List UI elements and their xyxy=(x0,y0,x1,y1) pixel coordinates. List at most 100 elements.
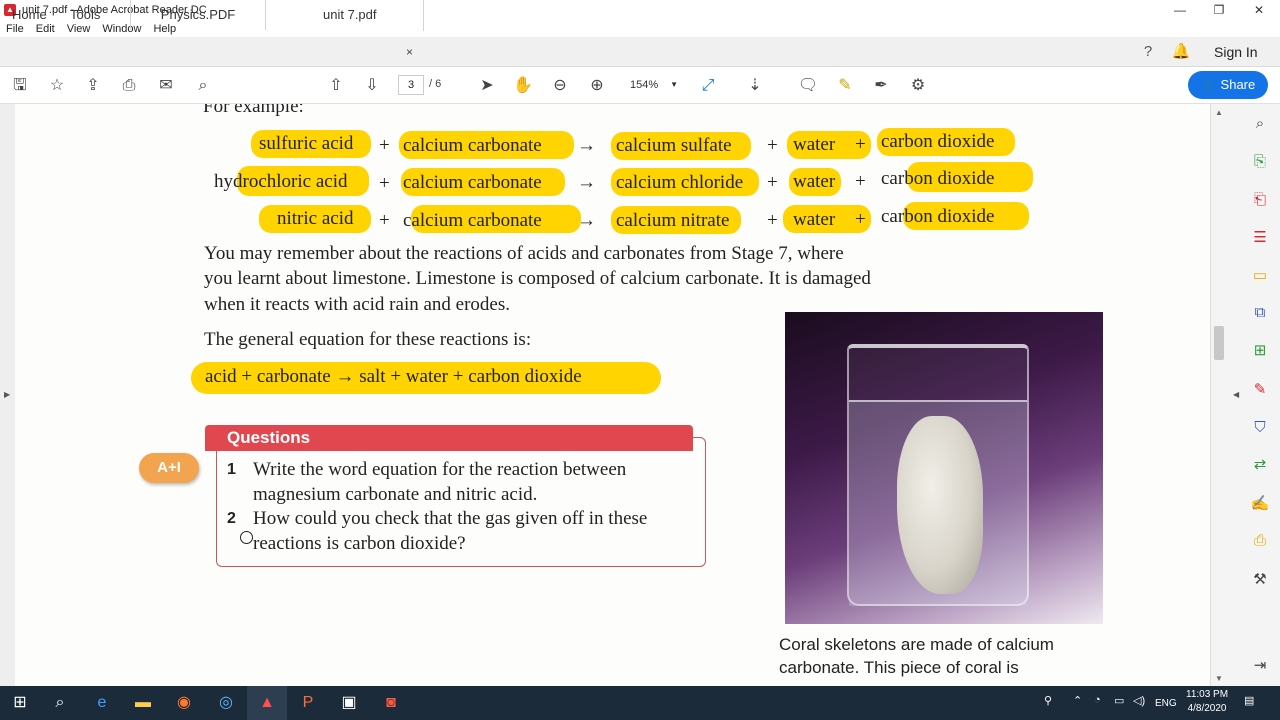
upload-icon[interactable]: ⇪ xyxy=(82,75,104,97)
cursor-circle-icon xyxy=(240,531,253,544)
help-icon[interactable]: ? xyxy=(1138,42,1158,62)
save-icon[interactable]: 🖫 xyxy=(9,75,31,97)
print-icon[interactable]: ⎙ xyxy=(118,75,140,97)
tab-home[interactable]: Home xyxy=(12,0,47,30)
protect-shield-icon[interactable]: ⛉ xyxy=(1250,418,1270,438)
eq3-salt: calcium nitrate xyxy=(616,210,730,231)
sign-in-link[interactable]: Sign In xyxy=(1214,44,1258,60)
sign-pen-icon[interactable]: ✒ xyxy=(870,75,892,97)
plus-symbol: + xyxy=(379,210,390,231)
fit-page-icon[interactable]: ⤢ xyxy=(697,75,719,97)
zoom-in-icon[interactable]: ⊕ xyxy=(586,75,608,97)
file-explorer-icon[interactable]: ▬ xyxy=(123,686,163,720)
firefox-icon[interactable]: ◉ xyxy=(164,686,204,720)
prev-page-icon[interactable]: ⇧ xyxy=(325,75,347,97)
pdf-page: For example: sulfuric acid + calcium car… xyxy=(15,104,1210,686)
highlight-icon[interactable]: ✎ xyxy=(834,75,856,97)
battery-icon[interactable]: ▭ xyxy=(1114,694,1124,707)
bell-icon[interactable]: 🔔 xyxy=(1171,42,1191,62)
vertical-scrollbar[interactable]: ▲ ▼ xyxy=(1211,104,1229,686)
document-viewport[interactable]: ▶ For example: sulfuric acid + calcium c… xyxy=(0,104,1210,686)
scroll-mode-icon[interactable]: ⇣ xyxy=(744,75,766,97)
notifications-icon[interactable]: ▤ xyxy=(1244,694,1254,707)
scroll-up-icon[interactable]: ▲ xyxy=(1215,108,1223,117)
people-icon[interactable]: ⚲ xyxy=(1044,694,1052,707)
search-icon[interactable]: ⌕ xyxy=(192,75,214,97)
eq2-gas: carbon dioxide xyxy=(881,168,995,189)
request-signatures-icon[interactable]: ⎙ xyxy=(1250,531,1270,551)
powerpoint-icon[interactable]: P xyxy=(288,686,328,720)
taskbar-clock[interactable]: 11:03 PM 4/8/2020 xyxy=(1186,688,1228,716)
edit-pdf-icon[interactable]: ✎ xyxy=(1250,380,1270,400)
more-tools-wrench-icon[interactable]: ⚒ xyxy=(1250,570,1270,590)
windows-start-icon[interactable]: ⊞ xyxy=(0,686,40,720)
close-window-button[interactable]: ✕ xyxy=(1239,0,1279,20)
paragraph-line-3: when it reacts with acid rain and erodes… xyxy=(204,294,510,315)
bookmark-star-icon[interactable]: ☆ xyxy=(46,75,68,97)
questions-heading: Questions xyxy=(205,425,693,451)
create-pdf-icon[interactable]: ⎗ xyxy=(1250,190,1270,210)
tab-physics-pdf[interactable]: Physics.PDF xyxy=(130,0,266,30)
restore-button[interactable]: ❐ xyxy=(1199,0,1239,20)
compress-pdf-icon[interactable]: ⊞ xyxy=(1250,341,1270,361)
clock-time: 11:03 PM xyxy=(1186,689,1229,700)
photos-app-icon[interactable]: ▣ xyxy=(329,686,369,720)
chrome-app-icon[interactable]: ◎ xyxy=(206,686,246,720)
arrow-symbol: → xyxy=(577,135,596,156)
page-total: / 6 xyxy=(429,78,442,90)
taskbar-search-icon[interactable]: ⌕ xyxy=(40,686,80,720)
minimize-button[interactable]: — xyxy=(1160,0,1200,20)
email-icon[interactable]: ✉ xyxy=(155,75,177,97)
share-button[interactable]: 👤 Share xyxy=(1188,71,1268,99)
export-pdf-icon[interactable]: ⎘ xyxy=(1250,152,1270,172)
zoom-select[interactable]: 154% ▼ xyxy=(624,75,680,95)
scroll-thumb[interactable] xyxy=(1214,326,1224,360)
more-tools-icon[interactable]: ⚙ xyxy=(907,75,929,97)
zoom-search-icon[interactable]: ⌕ xyxy=(1250,114,1270,134)
collapse-panel-icon[interactable]: ◀ xyxy=(1233,390,1239,399)
language-indicator[interactable]: ENG xyxy=(1155,698,1177,709)
tab-tools[interactable]: Tools xyxy=(70,0,100,30)
coral-beaker-photo xyxy=(785,312,1103,624)
send-review-icon[interactable]: ⇄ xyxy=(1250,455,1270,475)
collapse-right-panel-icon[interactable]: ⇥ xyxy=(1250,656,1270,676)
coral-shape xyxy=(897,416,983,594)
scroll-down-icon[interactable]: ▼ xyxy=(1215,674,1223,683)
question-1-line-2: magnesium carbonate and nitric acid. xyxy=(253,484,538,505)
hand-tool-icon[interactable]: ✋ xyxy=(512,75,534,97)
ai-badge: A+I xyxy=(139,453,199,483)
question-2-number: 2 xyxy=(227,510,236,527)
eq2-carbonate: calcium carbonate xyxy=(403,172,542,193)
eq1-acid: sulfuric acid xyxy=(259,133,354,154)
network-icon[interactable]: ◔ xyxy=(1094,694,1101,706)
expand-left-panel-icon[interactable]: ▶ xyxy=(4,390,10,399)
close-tab-icon[interactable]: × xyxy=(406,37,413,67)
tray-chevron-icon[interactable]: ⌃ xyxy=(1073,694,1082,707)
paragraph-line-2: you learnt about limestone. Limestone is… xyxy=(204,268,871,289)
comment-tool-icon[interactable]: ▭ xyxy=(1250,266,1270,286)
arrow-symbol: → xyxy=(577,210,596,231)
acrobat-taskbar-icon[interactable]: ▲ xyxy=(247,686,287,720)
volume-icon[interactable]: ◁) xyxy=(1133,694,1145,707)
edge-browser-icon[interactable]: e xyxy=(82,686,122,720)
eq1-water: water xyxy=(793,134,836,155)
organize-pages-icon[interactable]: ☰ xyxy=(1250,228,1270,248)
zoom-out-icon[interactable]: ⊖ xyxy=(549,75,571,97)
screen-recorder-icon[interactable]: ◙ xyxy=(371,686,411,720)
arrow-symbol: → xyxy=(577,172,596,193)
plus-symbol: + xyxy=(767,210,778,231)
select-cursor-icon[interactable]: ➤ xyxy=(476,75,498,97)
tab-unit7-pdf[interactable]: unit 7.pdf xyxy=(276,0,424,31)
question-1-number: 1 xyxy=(227,461,236,478)
comment-icon[interactable]: 🗨 xyxy=(797,75,819,97)
plus-symbol: + xyxy=(767,172,778,193)
paragraph-line-1: You may remember about the reactions of … xyxy=(204,243,844,264)
next-page-icon[interactable]: ⇩ xyxy=(361,75,383,97)
caption-line-2: carbonate. This piece of coral is xyxy=(779,658,1019,677)
fill-sign-icon[interactable]: ✍ xyxy=(1250,494,1270,514)
eq2-salt: calcium chloride xyxy=(616,172,744,193)
eq1-gas: carbon dioxide xyxy=(881,131,995,152)
combine-files-icon[interactable]: ⧉ xyxy=(1250,303,1270,323)
eq2-water: water xyxy=(793,171,836,192)
page-number-input[interactable]: 3 xyxy=(398,75,424,95)
